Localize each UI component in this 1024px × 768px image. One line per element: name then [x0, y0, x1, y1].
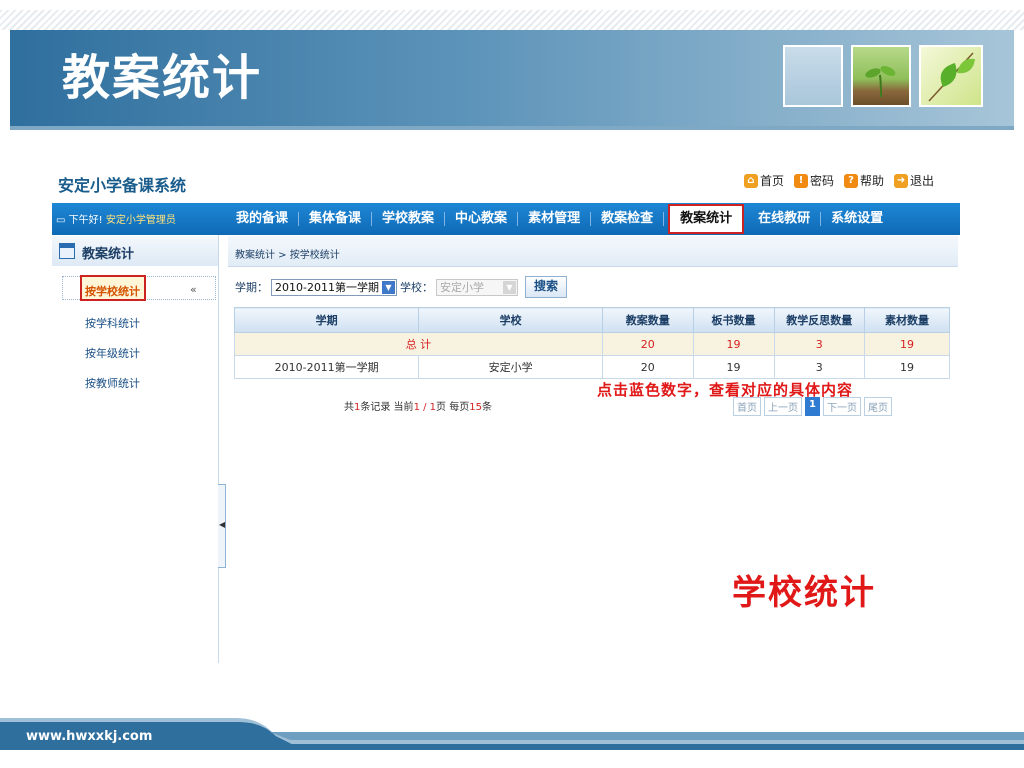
home-icon: ⌂: [744, 173, 758, 188]
user-card-icon: ▭: [56, 215, 66, 226]
nav-my-lessons[interactable]: 我的备课: [226, 212, 300, 226]
key-icon: !: [794, 173, 809, 188]
col-school: 学校: [418, 307, 603, 333]
current-page: 1 / 1: [413, 402, 437, 413]
top-links: ⌂ 首页 ! 密码 ? 帮助 ➜ 退出: [744, 172, 934, 189]
table-row: 2010-2011第一学期 安定小学 20 19 3 19: [233, 355, 950, 379]
nav-plan-stats[interactable]: 教案统计: [668, 204, 745, 234]
page-info-mid2: 页 每页: [436, 402, 470, 413]
school-select[interactable]: 安定小学 ▼: [435, 278, 518, 296]
sidebar-item-school[interactable]: 按学校统计: [85, 283, 140, 299]
banner-divider: [10, 126, 1014, 130]
help-link-label: 帮助: [860, 174, 885, 188]
page-info-prefix: 共: [344, 402, 354, 413]
system-title: 安定小学备课系统: [58, 176, 187, 195]
total-board-count[interactable]: 19: [692, 332, 775, 356]
sidebar-item-teacher[interactable]: 按教师统计: [85, 375, 140, 391]
total-plan-count[interactable]: 20: [601, 332, 694, 356]
greeting-text: 下午好!: [68, 215, 103, 226]
nav-menu: 我的备课 集体备课 学校教案 中心教案 素材管理 教案检查 教案统计 在线教研 …: [226, 203, 893, 235]
footer-url: www.hwxxkj.com: [26, 729, 153, 744]
exit-icon: ➜: [894, 173, 909, 188]
school-select-value: 安定小学: [439, 281, 484, 294]
breadcrumb: 教案统计 > 按学校统计: [235, 250, 340, 261]
nav-plan-check[interactable]: 教案检查: [591, 212, 665, 226]
exit-link[interactable]: ➜ 退出: [894, 172, 934, 189]
help-icon: ?: [844, 173, 859, 188]
sidebar-title: 教案统计: [82, 247, 135, 262]
search-button[interactable]: 搜索: [524, 276, 567, 298]
term-select-value: 2010-2011第一学期: [275, 281, 379, 294]
term-select[interactable]: 2010-2011第一学期 ▼: [271, 278, 397, 296]
footer-wave: [0, 718, 1024, 750]
col-term: 学期: [233, 307, 420, 333]
collapse-arrow-icon[interactable]: ◀: [219, 520, 225, 529]
term-label: 学期：: [235, 281, 268, 294]
page-info: 共1条记录 当前1 / 1页 每页15条: [344, 398, 492, 413]
collapse-chevron-icon[interactable]: «: [190, 283, 197, 296]
page-info-mid: 条记录 当前: [360, 402, 414, 413]
col-material-count: 素材数量: [864, 307, 950, 333]
user-name[interactable]: 安定小学管理员: [106, 215, 176, 226]
sidebar-item-grade[interactable]: 按年级统计: [85, 345, 140, 361]
section-label: 学校统计: [732, 573, 876, 613]
sidebar-item-subject[interactable]: 按学科统计: [85, 315, 140, 331]
nav-center-plans[interactable]: 中心教案: [445, 212, 519, 226]
row-reflection-count[interactable]: 3: [773, 355, 866, 379]
row-material-count[interactable]: 19: [864, 355, 950, 379]
password-link[interactable]: ! 密码: [794, 172, 834, 189]
total-row: 总 计 20 19 3 19: [234, 332, 950, 356]
school-label: 学校：: [399, 281, 433, 294]
row-school: 安定小学: [418, 355, 603, 379]
home-link[interactable]: ⌂ 首页: [744, 172, 784, 189]
pager-last[interactable]: 尾页: [863, 397, 892, 416]
decor-leaf-image: [919, 45, 983, 107]
nav-online-research[interactable]: 在线教研: [748, 212, 822, 226]
help-link[interactable]: ? 帮助: [844, 172, 884, 189]
row-plan-count[interactable]: 20: [601, 355, 694, 379]
col-board-count: 板书数量: [692, 307, 775, 333]
nav-group-lessons[interactable]: 集体备课: [299, 212, 373, 226]
nav-school-plans[interactable]: 学校教案: [372, 212, 446, 226]
slide-title: 教案统计: [62, 50, 263, 106]
chevron-down-icon: ▼: [502, 280, 516, 294]
total-reflection-count[interactable]: 3: [773, 332, 866, 356]
chevron-down-icon: ▼: [381, 280, 395, 294]
col-reflection-count: 教学反思数量: [773, 307, 866, 333]
row-board-count[interactable]: 19: [692, 355, 775, 379]
nav-settings[interactable]: 系统设置: [821, 212, 893, 226]
password-link-label: 密码: [810, 174, 835, 188]
decor-sprout-image: [851, 45, 911, 107]
sidebar-header: [52, 236, 218, 266]
filter-bar: 学期： 2010-2011第一学期 ▼ 学校： 安定小学 ▼ 搜索: [235, 276, 567, 298]
calendar-icon: [59, 243, 75, 259]
home-link-label: 首页: [760, 174, 785, 188]
row-term: 2010-2011第一学期: [233, 355, 420, 379]
per-page: 15: [469, 402, 482, 413]
total-material-count[interactable]: 19: [864, 332, 950, 356]
exit-link-label: 退出: [910, 174, 935, 188]
stats-table: 学期 学校 教案数量 板书数量 教学反思数量 素材数量 总 计 20 19 3 …: [233, 307, 950, 379]
hint-annotation: 点击蓝色数字，查看对应的具体内容: [597, 381, 854, 399]
total-label: 总 计: [234, 332, 603, 356]
nav-materials[interactable]: 素材管理: [518, 212, 592, 226]
col-plan-count: 教案数量: [601, 307, 694, 333]
decor-blank-tile: [783, 45, 843, 107]
page-info-suffix: 条: [481, 402, 492, 413]
greeting: ▭ 下午好! 安定小学管理员: [56, 211, 176, 226]
table-header-row: 学期 学校 教案数量 板书数量 教学反思数量 素材数量: [233, 307, 950, 333]
header-hatch: [0, 10, 1024, 30]
